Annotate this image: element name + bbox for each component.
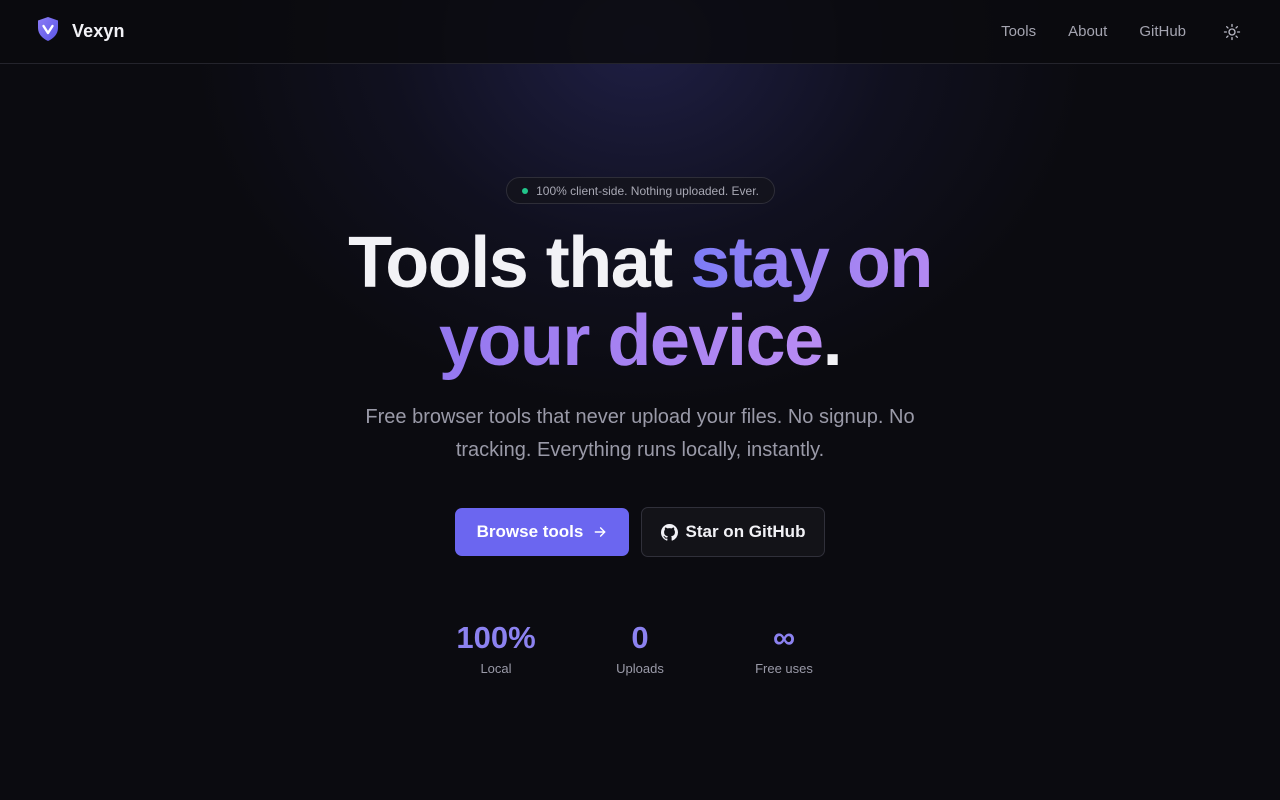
hero-stats: 100% Local 0 Uploads ∞ Free uses	[424, 619, 856, 676]
nav-link-github[interactable]: GitHub	[1139, 23, 1186, 40]
stat-value: 100%	[456, 620, 536, 655]
client-side-badge: 100% client-side. Nothing uploaded. Ever…	[506, 177, 775, 204]
sun-icon	[1223, 23, 1241, 40]
arrow-right-icon	[595, 527, 606, 537]
star-on-github-button[interactable]: Star on GitHub	[641, 507, 825, 557]
stat-free-uses: ∞ Free uses	[712, 619, 856, 676]
hero-title-part1: Tools that	[348, 223, 691, 303]
hero-title: Tools that stay on your device.	[240, 224, 1040, 380]
brand-name: Vexyn	[72, 21, 125, 41]
hero-title-end: .	[822, 301, 843, 381]
stat-uploads: 0 Uploads	[568, 619, 712, 676]
badge-text: 100% client-side. Nothing uploaded. Ever…	[536, 183, 759, 198]
stat-local: 100% Local	[424, 619, 568, 676]
stat-label: Free uses	[755, 661, 813, 676]
browse-tools-button[interactable]: Browse tools	[455, 508, 629, 556]
status-dot-icon	[522, 187, 529, 194]
hero-title-highlight2: your device	[438, 301, 824, 381]
stat-label: Uploads	[616, 661, 664, 676]
nav-link-about[interactable]: About	[1068, 23, 1107, 40]
hero-title-highlight1: stay on	[690, 223, 933, 303]
stat-value: ∞	[772, 620, 796, 655]
main-nav: Tools About GitHub	[1001, 20, 1244, 44]
hero-subtitle: Free browser tools that never upload you…	[365, 406, 915, 461]
browse-tools-label: Browse tools	[476, 522, 584, 541]
github-icon	[660, 523, 678, 541]
top-navbar: Vexyn Tools About GitHub	[0, 0, 1280, 64]
background-glow	[0, 0, 1280, 800]
star-on-github-label: Star on GitHub	[685, 522, 806, 541]
brand-logo-link[interactable]: Vexyn	[36, 16, 125, 47]
stat-label: Local	[480, 661, 512, 676]
theme-toggle-button[interactable]	[1220, 20, 1244, 44]
nav-link-tools[interactable]: Tools	[1001, 23, 1036, 40]
hero-cta-group: Browse tools Star on GitHub	[455, 507, 825, 557]
stat-value: 0	[631, 620, 649, 655]
shield-logo-icon	[36, 16, 60, 47]
